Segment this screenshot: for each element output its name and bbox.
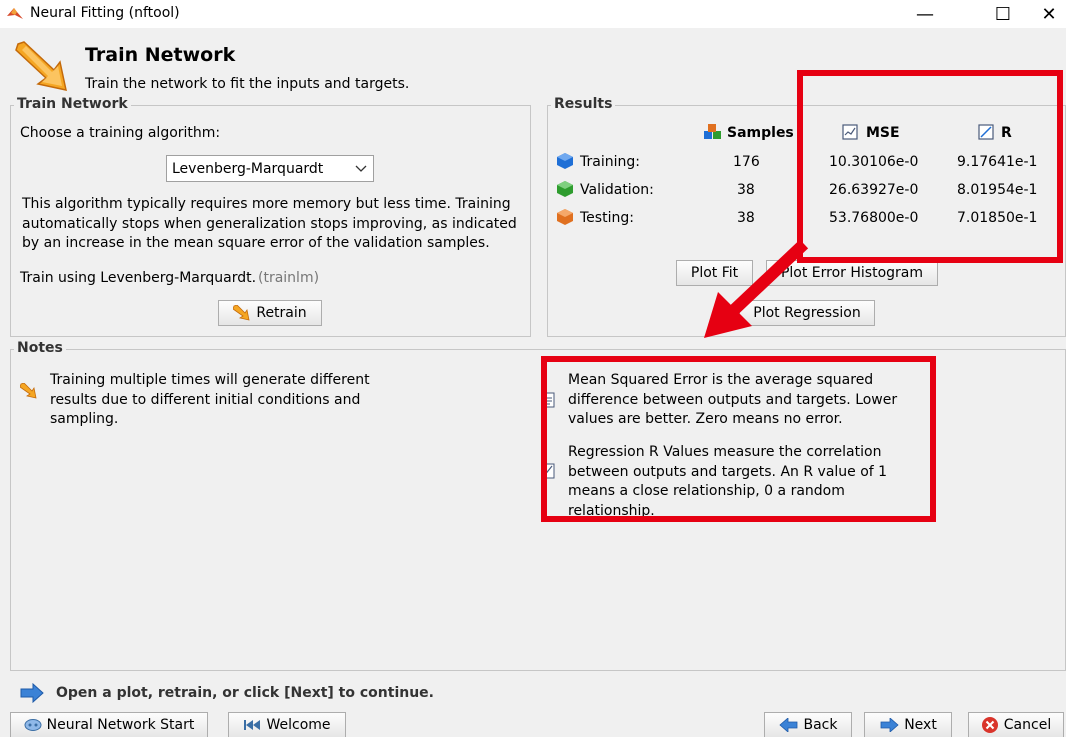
train-function-label: (trainlm) bbox=[258, 270, 320, 286]
notes-group-label: Notes bbox=[14, 340, 66, 356]
annotation-box-results bbox=[797, 70, 1063, 263]
next-button-label: Next bbox=[904, 717, 937, 733]
chevron-down-icon bbox=[355, 165, 367, 172]
cancel-button[interactable]: Cancel bbox=[968, 712, 1064, 737]
train-arrow-icon bbox=[15, 41, 67, 91]
samples-header: Samples bbox=[727, 125, 794, 141]
arrow-right-icon bbox=[20, 683, 44, 703]
matlab-logo-icon bbox=[7, 8, 23, 19]
arrow-right-icon bbox=[880, 718, 899, 732]
annotation-box-notes bbox=[541, 356, 936, 522]
note-main-text: Training multiple times will generate di… bbox=[50, 372, 370, 427]
close-window-button[interactable]: ✕ bbox=[1032, 0, 1066, 28]
validation-cube-icon bbox=[557, 181, 573, 197]
rewind-icon bbox=[244, 720, 261, 730]
train-arrow-icon bbox=[20, 383, 37, 399]
footer-hint: Open a plot, retrain, or click [Next] to… bbox=[56, 685, 434, 701]
welcome-button[interactable]: Welcome bbox=[228, 712, 346, 737]
algorithm-description: This algorithm typically requires more m… bbox=[22, 196, 517, 251]
neural-network-start-label: Neural Network Start bbox=[46, 717, 195, 733]
retrain-button-label: Retrain bbox=[256, 305, 307, 321]
network-icon bbox=[24, 719, 42, 731]
minimize-button[interactable]: — bbox=[902, 0, 948, 28]
samples-icon bbox=[704, 124, 721, 139]
annotation-arrow bbox=[704, 239, 809, 338]
algorithm-select[interactable]: Levenberg-Marquardt bbox=[166, 155, 374, 182]
page-subtitle: Train the network to fit the inputs and … bbox=[85, 76, 410, 92]
retrain-button[interactable]: Retrain bbox=[218, 300, 322, 326]
algorithm-select-value: Levenberg-Marquardt bbox=[172, 160, 324, 177]
next-button[interactable]: Next bbox=[864, 712, 952, 737]
train-network-group-label: Train Network bbox=[14, 96, 131, 112]
training-cube-icon bbox=[557, 153, 573, 169]
training-samples-value: 176 bbox=[733, 154, 760, 170]
train-using-label: Train using Levenberg-Marquardt. bbox=[20, 270, 257, 286]
testing-row-label: Testing: bbox=[580, 210, 634, 226]
train-arrow-icon bbox=[233, 305, 250, 321]
training-row-label: Training: bbox=[580, 154, 640, 170]
validation-row-label: Validation: bbox=[580, 182, 654, 198]
window-title: Neural Fitting (nftool) bbox=[30, 5, 180, 21]
cancel-icon bbox=[981, 717, 998, 733]
validation-samples-value: 38 bbox=[737, 182, 755, 198]
arrow-left-icon bbox=[778, 718, 797, 732]
cancel-button-label: Cancel bbox=[1003, 717, 1052, 733]
welcome-button-label: Welcome bbox=[266, 717, 331, 733]
testing-samples-value: 38 bbox=[737, 210, 755, 226]
back-button[interactable]: Back bbox=[764, 712, 852, 737]
back-button-label: Back bbox=[803, 717, 838, 733]
maximize-button[interactable]: ☐ bbox=[980, 0, 1026, 28]
choose-algorithm-label: Choose a training algorithm: bbox=[20, 125, 221, 141]
results-group-label: Results bbox=[551, 96, 616, 112]
page-title: Train Network bbox=[85, 44, 236, 66]
neural-network-start-button[interactable]: Neural Network Start bbox=[10, 712, 208, 737]
testing-cube-icon bbox=[557, 209, 573, 225]
